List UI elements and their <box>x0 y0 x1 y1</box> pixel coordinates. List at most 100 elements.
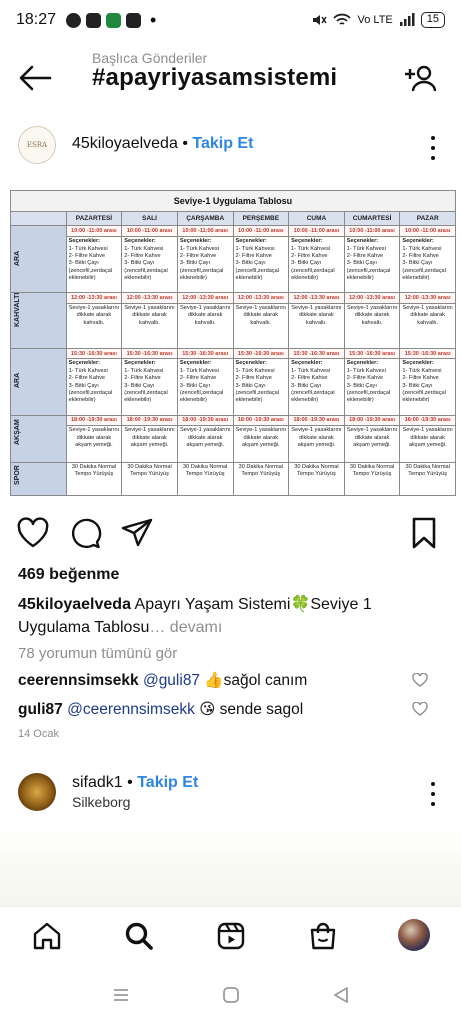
caption-username[interactable]: 45kiloyaelveda <box>18 596 131 613</box>
meal-cell: 30 Dakika Normal Tempo Yürüyüş <box>65 461 123 497</box>
option-item: (zencefil,zerdaçal eklenebilir) <box>179 267 224 282</box>
options-title: Seçenekler: <box>124 238 156 245</box>
profile-tab-avatar[interactable] <box>398 919 430 951</box>
time-cell: 18:00 -19:30 arası <box>176 414 234 427</box>
time-cell: 12:00 -13:30 arası <box>343 292 401 304</box>
options-title: Seçenekler: <box>346 238 379 245</box>
more-options-button[interactable] <box>429 136 437 160</box>
option-item: 3- Bitki Çayı <box>124 382 155 389</box>
ara-options-cell: Seçenekler: 1- Türk Kahvesi 2- Filtre Kahv… <box>121 358 178 416</box>
option-item: 3- Bitki Çayı <box>235 260 266 267</box>
row-label: AKŞAM <box>10 414 67 463</box>
time-cell: 10:00 -11:00 arası <box>232 225 290 238</box>
like-button[interactable] <box>16 516 50 550</box>
post-location[interactable]: Silkeborg <box>72 794 130 810</box>
back-button[interactable] <box>18 64 52 92</box>
avatar[interactable]: ESRA <box>18 126 56 164</box>
page-title: #apayriyasamsistemi <box>92 64 338 91</box>
meal-cell: Seviye-1 yasaklarını dikkate alarak kahv… <box>121 302 178 349</box>
meal-cell: Seviye-1 yasaklarını dikkate alarak kahv… <box>232 302 290 349</box>
ara-options-row: Seçenekler: 1- Türk Kahvesi 2- Filtre Kahv… <box>11 358 456 416</box>
options-title: Seçenekler: <box>235 238 267 245</box>
day-header: CUMA <box>288 211 345 227</box>
more-notifications-dot: • <box>150 9 157 30</box>
meal-cell: 30 Dakika Normal Tempo Yürüyüş <box>232 461 290 497</box>
time-cell: 10:00 -11:00 arası <box>65 225 123 238</box>
follow-button[interactable]: Takip Et <box>192 135 253 152</box>
comment-like-button[interactable] <box>412 702 428 716</box>
author-username[interactable]: sifadk1 <box>72 774 123 791</box>
options-title: Seçenekler: <box>68 360 101 367</box>
volte-label: Vo LTE <box>357 14 393 26</box>
options-title: Seçenekler: <box>346 360 379 367</box>
option-item: 3- Bitki Çayı <box>68 382 99 389</box>
day-header: SALI <box>121 211 178 227</box>
wifi-icon <box>333 13 352 25</box>
day-header: PAZAR <box>399 211 456 227</box>
option-item: 3- Bitki Çayı <box>179 260 211 267</box>
follow-hashtag-button[interactable] <box>405 64 437 92</box>
meal-cell: Seviye-1 yasaklarını dikkate alarak kahv… <box>176 302 234 349</box>
view-all-comments-link[interactable]: 78 yorumun tümünü gör <box>18 645 177 662</box>
time-cell: 15:30 -16:30 arası <box>176 347 234 360</box>
share-button[interactable] <box>120 516 154 550</box>
option-item: 1- Türk Kahvesi <box>68 245 108 252</box>
time-cell: 15:30 -16:30 arası <box>121 347 178 360</box>
option-item: (zencefil,zerdaçal eklenebilir) <box>68 267 113 282</box>
ara-options-row: Seçenekler: 1- Türk Kahvesi 2- Filtre Kahv… <box>11 236 456 294</box>
search-tab-button[interactable] <box>124 921 154 951</box>
option-item: 1- Türk Kahvesi <box>179 367 219 374</box>
meal-cell: Seviye-1 yasaklarını dikkate alarak akşa… <box>232 425 290 463</box>
aksam-row: Seviye-1 yasaklarını dikkate alarak akşa… <box>11 425 456 463</box>
option-item: 1- Türk Kahvesi <box>291 367 331 374</box>
option-item: (zencefil,zerdaçal eklenebilir) <box>346 267 391 282</box>
comment-mention[interactable]: @ceerennsimsekk <box>67 701 195 718</box>
post-image[interactable]: Seviye-1 Uygulama Tablosu PAZARTESİ SALI… <box>0 189 461 506</box>
meal-cell: Seviye-1 yasaklarını dikkate alarak kahv… <box>65 302 123 349</box>
author-line: sifadk1 • Takip Et <box>72 774 198 792</box>
separator-dot: • <box>127 774 133 791</box>
meal-cell: 30 Dakika Normal Tempo Yürüyüş <box>399 461 456 497</box>
ara-options-cell: Seçenekler: 1- Türk Kahvesi 2- Filtre Kahv… <box>65 236 123 294</box>
save-button[interactable] <box>407 516 441 550</box>
more-options-button[interactable] <box>429 782 437 806</box>
recent-apps-button[interactable] <box>112 986 130 1004</box>
option-item: 1- Türk Kahvesi <box>68 367 108 374</box>
system-back-button[interactable] <box>332 986 350 1004</box>
ara-options-cell: Seçenekler: 1- Türk Kahvesi 2- Filtre Kahv… <box>399 236 456 294</box>
post-caption: 45kiloyaelveda Apayrı Yaşam Sistemi🍀Sevi… <box>18 593 448 639</box>
day-header: CUMARTESİ <box>343 211 401 227</box>
option-item: 3- Bitki Çayı <box>235 382 266 389</box>
post-image[interactable] <box>0 824 461 906</box>
comment-button[interactable] <box>68 516 102 550</box>
time-cell: 12:00 -13:30 arası <box>399 292 456 304</box>
author-username[interactable]: 45kiloyaelveda <box>72 135 178 152</box>
option-item: 1- Türk Kahvesi <box>235 245 275 252</box>
option-item: 2- Filtre Kahve <box>346 375 384 382</box>
meal-cell: Seviye-1 yasaklarını dikkate alarak kahv… <box>343 302 401 349</box>
time-cell: 12:00 -13:30 arası <box>232 292 290 304</box>
time-cell: 18:00 -19:30 arası <box>343 414 401 427</box>
shop-tab-button[interactable] <box>308 921 338 951</box>
comment-like-button[interactable] <box>412 673 428 687</box>
comment-username[interactable]: ceerennsimsekk <box>18 672 139 689</box>
ara-options-cell: Seçenekler: 1- Türk Kahvesi 2- Filtre Kahv… <box>399 358 456 416</box>
option-item: 2- Filtre Kahve <box>291 375 328 382</box>
time-cell: 12:00 -13:30 arası <box>176 292 234 304</box>
time-cell: 10:00 -11:00 arası <box>343 225 401 238</box>
time-cell: 18:00 -19:30 arası <box>65 414 123 427</box>
like-count[interactable]: 469 beğenme <box>18 566 119 584</box>
caption-more-link[interactable]: … devamı <box>149 619 222 636</box>
reels-tab-button[interactable] <box>216 921 246 951</box>
system-home-button[interactable] <box>222 986 240 1004</box>
comment-username[interactable]: guli87 <box>18 701 63 718</box>
home-tab-button[interactable] <box>32 921 62 951</box>
meal-cell: Seviye-1 yasaklarını dikkate alarak kahv… <box>288 302 345 349</box>
time-cell: 15:30 -16:30 arası <box>288 347 345 360</box>
time-cell: 12:00 -13:30 arası <box>288 292 345 304</box>
comment-mention[interactable]: @guli87 <box>143 672 200 689</box>
follow-button[interactable]: Takip Et <box>137 774 198 791</box>
table-title: Seviye-1 Uygulama Tablosu <box>10 189 456 213</box>
avatar[interactable] <box>18 773 56 811</box>
post-author-row: ESRA 45kiloyaelveda • Takip Et <box>0 124 461 170</box>
